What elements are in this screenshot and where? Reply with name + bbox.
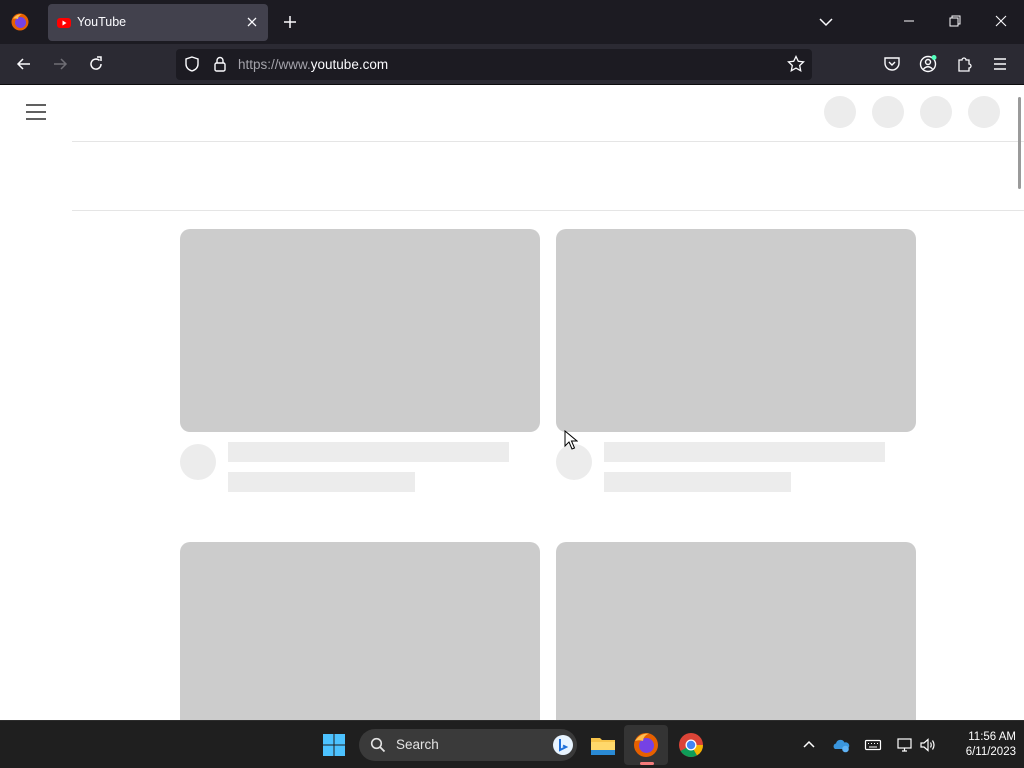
video-title-placeholder [228,442,509,462]
bing-icon[interactable] [552,734,574,756]
windows-taskbar: Search 11:56 AM 6/11/2023 [0,720,1024,768]
account-icon[interactable] [918,54,938,74]
scrollbar-thumb[interactable] [1018,97,1021,189]
back-icon[interactable] [14,54,34,74]
clock-date: 6/11/2023 [965,746,1016,758]
taskbar-clock[interactable]: 11:56 AM 6/11/2023 [944,730,1016,760]
search-icon [370,737,386,753]
taskbar-search-label: Search [396,737,439,752]
keyboard-icon[interactable] [864,736,882,754]
chrome-icon[interactable] [677,731,705,759]
tab-title: YouTube [77,15,127,29]
url-prefix: https://www. [238,57,311,72]
firefox-icon[interactable] [632,731,660,759]
video-thumbnail-placeholder [556,229,916,432]
clock-time: 11:56 AM [968,731,1016,743]
list-all-tabs-icon[interactable] [816,12,836,32]
masthead-placeholder-circle [920,96,952,128]
close-tab-icon[interactable] [245,15,259,29]
mouse-cursor-icon [564,430,578,450]
file-explorer-icon[interactable] [589,731,617,759]
guide-menu-icon[interactable] [26,104,46,120]
url-text[interactable]: https://www.youtube.com [238,57,388,72]
close-window-icon[interactable] [992,12,1010,30]
new-tab-icon[interactable] [280,12,300,32]
masthead-placeholder-circle [824,96,856,128]
minimize-icon[interactable] [900,12,918,30]
browser-tab-bar: YouTube [0,0,1024,44]
taskbar-running-indicator [640,762,654,765]
url-host: youtube.com [310,57,389,72]
shield-icon[interactable] [182,54,202,74]
masthead-divider [72,141,1024,142]
tab-youtube[interactable]: YouTube [48,4,268,41]
video-thumbnail-placeholder [180,542,540,720]
chips-divider [72,210,1024,211]
url-bar[interactable]: https://www.youtube.com [176,49,812,80]
bookmark-star-icon[interactable] [786,54,806,74]
network-icon[interactable] [896,736,914,754]
restore-icon[interactable] [946,12,964,30]
volume-icon[interactable] [919,736,937,754]
channel-avatar-placeholder [180,444,216,480]
masthead-placeholder-circle [872,96,904,128]
youtube-favicon [57,18,71,28]
page-content [0,85,1024,720]
chevron-up-icon[interactable] [800,736,818,754]
lock-icon[interactable] [210,54,230,74]
menu-icon[interactable] [990,54,1010,74]
masthead-placeholder-circle [968,96,1000,128]
forward-icon[interactable] [50,54,70,74]
video-meta-placeholder [604,472,791,492]
pocket-icon[interactable] [882,54,902,74]
video-title-placeholder [604,442,885,462]
video-thumbnail-placeholder [556,542,916,720]
windows-start-icon[interactable] [322,733,346,757]
browser-nav-bar: https://www.youtube.com [0,44,1024,85]
extensions-icon[interactable] [954,54,974,74]
video-meta-placeholder [228,472,415,492]
video-thumbnail-placeholder [180,229,540,432]
onedrive-icon[interactable] [832,736,850,754]
reload-icon[interactable] [86,54,106,74]
taskbar-search-box[interactable]: Search [359,729,577,761]
firefox-icon[interactable] [10,12,30,32]
